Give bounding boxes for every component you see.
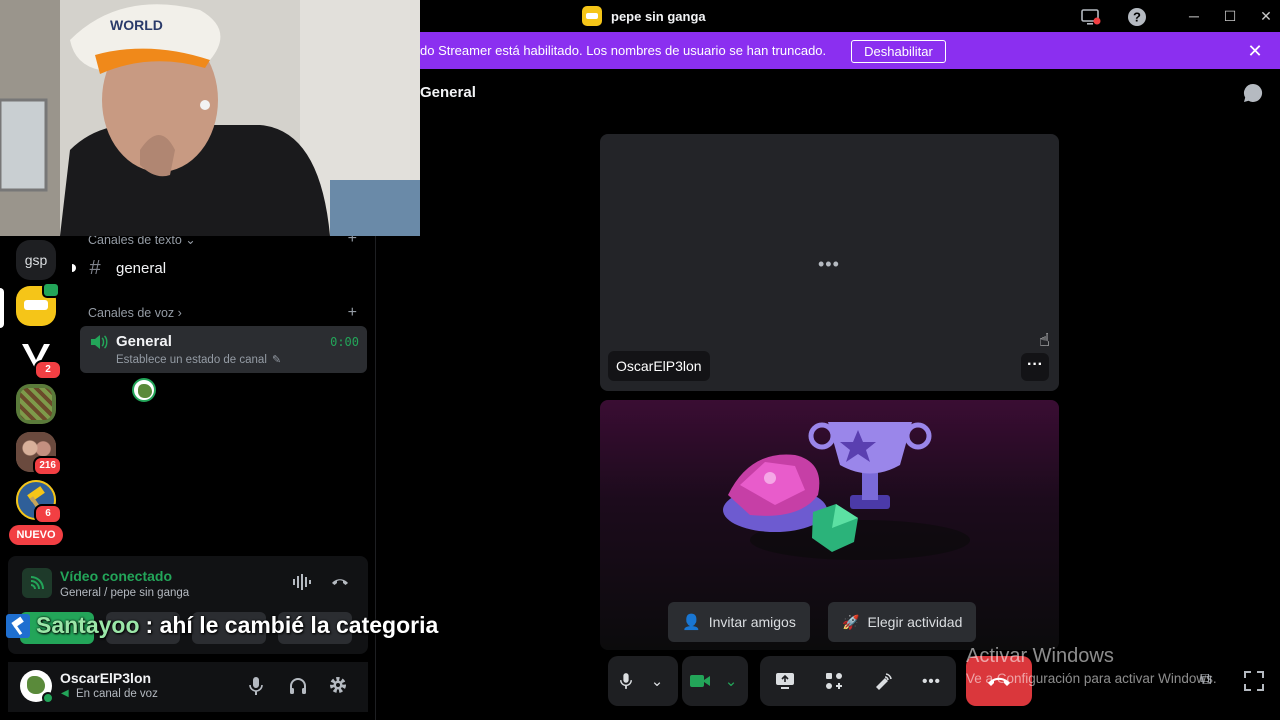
category-label: Canales de voz [88,306,175,320]
selected-server-pill [0,288,4,328]
voice-member-avatar[interactable] [132,378,156,402]
voice-timer: 0:00 [330,335,359,349]
windows-activation-title: Activar Windows [966,645,1114,667]
voice-channels-category[interactable]: Canales de voz › [88,306,182,320]
voice-channel-general[interactable]: General 0:00 Establece un estado de cana… [80,326,367,373]
banner-text: do Streamer está habilitado. Los nombres… [420,43,827,58]
microphone-icon[interactable] [248,676,264,701]
screen-share-inbox-icon[interactable] [1080,6,1102,28]
maximize-button[interactable]: ☐ [1219,6,1241,26]
channel-status-text: Establece un estado de canal [116,354,267,366]
connection-signal-icon [22,568,52,598]
add-person-icon: 👤 [682,614,701,631]
choose-activity-button[interactable]: 🚀 Elegir actividad [828,602,977,642]
user-panel: OscarElP3lon ◀ En canal de voz [8,662,368,712]
noise-suppression-icon[interactable] [292,574,312,595]
loading-dots-icon: ••• [818,254,840,274]
camera-options-chevron-icon[interactable]: ⌄ [718,663,744,699]
call-tools-group: ••• [760,656,956,706]
badge-count: 6 [34,504,62,524]
settings-gear-icon[interactable] [328,675,348,700]
server-logo-shape [24,300,48,310]
avatar-image [27,676,45,694]
webcam-image: WORLD [0,0,420,236]
microphone-button[interactable] [608,663,644,699]
hashtag-icon: # [89,256,101,279]
stream-chat-overlay: Santayoo : ahí le cambié la categoria [6,612,438,639]
chat-bubble-icon[interactable] [1242,82,1264,104]
window-title-text: pepe sin ganga [611,8,706,24]
voice-connection-panel: Vídeo conectado General / pepe sin ganga [8,556,368,654]
disconnect-icon[interactable] [330,573,350,594]
pencil-icon[interactable]: ✎ [272,353,281,366]
minimize-button[interactable]: ─ [1183,6,1205,26]
server-icon [582,6,602,26]
headphones-icon[interactable] [288,676,308,701]
chat-message: : ahí le cambié la categoria [145,612,439,638]
username: OscarElP3lon [60,670,152,686]
share-screen-button[interactable] [767,663,803,699]
popout-icon[interactable]: ⧉ [1200,671,1211,689]
invite-label: Invitar amigos [708,614,796,630]
server-gsp-label: gsp [24,252,48,268]
chat-username: Santayoo [36,612,140,638]
voice-location[interactable]: General / pepe sin ganga [60,587,189,599]
video-tile-user[interactable]: ••• OscarElP3lon ··· [600,134,1059,391]
window-title: pepe sin ganga [582,6,706,26]
server-v[interactable]: 2 [16,336,62,380]
rocket-icon: 🚀 [842,613,860,630]
activities-button[interactable] [816,663,852,699]
mic-options-chevron-icon[interactable]: ⌄ [644,663,670,699]
svg-text:?: ? [1133,10,1141,25]
server-minecraft[interactable] [16,384,56,424]
soundboard-icon[interactable] [865,663,901,699]
minecraft-block-icon [20,388,52,420]
server-photo[interactable]: 216 [16,432,62,476]
camera-button[interactable] [682,663,718,699]
online-status-dot [42,692,54,704]
channel-header-title: General [420,84,476,101]
avatar-image [138,384,152,398]
channel-name: general [116,259,167,277]
add-voice-channel-icon[interactable]: + [348,304,357,322]
server-gsp[interactable]: gsp [16,240,56,280]
server-pepe-sin-ganga[interactable] [16,282,60,326]
windows-activation-subtitle: Ve a Configuración para activar Windows. [966,671,1217,686]
mic-control-group: ⌄ [608,656,678,706]
invite-friends-button[interactable]: 👤 Invitar amigos [668,602,810,642]
server-hammer[interactable]: 6 [16,480,62,524]
webcam-overlay: WORLD [0,0,420,236]
more-options-icon[interactable]: ••• [914,663,950,699]
cursor-hand-icon: ☝ [1039,330,1050,350]
banner-close-button[interactable]: ✕ [1245,41,1265,61]
tile-more-button[interactable]: ··· [1021,353,1049,381]
voice-status[interactable]: Vídeo conectado [60,568,172,584]
video-active-icon [42,282,60,298]
fullscreen-icon[interactable] [1243,670,1265,697]
help-icon[interactable]: ? [1126,6,1148,28]
close-window-button[interactable]: ✕ [1255,6,1277,26]
hammer-badge-icon [6,613,30,638]
unread-indicator [72,264,76,272]
badge-count: 216 [33,456,62,476]
speaker-small-icon: ◀ [61,688,69,699]
activity-label: Elegir actividad [867,614,963,630]
user-status: En canal de voz [76,688,158,700]
new-badge[interactable]: NUEVO [9,525,63,545]
svg-text:WORLD: WORLD [110,17,163,33]
camera-control-group: ⌄ [682,656,748,706]
speaker-icon [91,335,108,349]
voice-channel-name: General [116,333,172,350]
badge-count: 2 [34,360,62,380]
chevron-right-icon: › [177,306,182,320]
channel-general-text[interactable]: # general [82,252,366,284]
tile-username: OscarElP3lon [608,351,710,381]
disable-streamer-button[interactable]: Deshabilitar [851,40,946,63]
